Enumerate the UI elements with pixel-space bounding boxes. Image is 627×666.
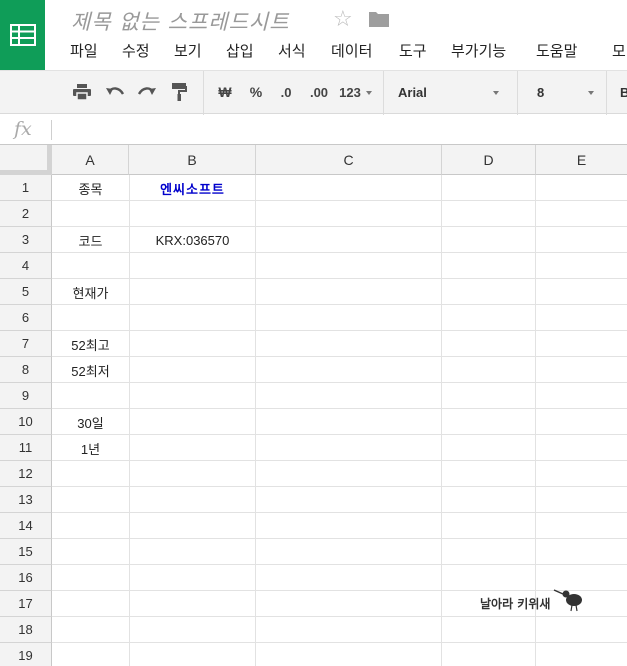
font-size-select[interactable]: 8 xyxy=(537,80,544,104)
cell-a3[interactable]: 코드 xyxy=(52,227,129,253)
row-header-18[interactable]: 18 xyxy=(0,617,52,643)
row-line xyxy=(52,486,627,487)
column-header-e[interactable]: E xyxy=(536,145,627,175)
menu-help[interactable]: 도움말 xyxy=(536,40,577,61)
select-all-corner[interactable] xyxy=(0,145,52,175)
app-header: 제목 없는 스프레드시트 ☆ 파일 수정 보기 삽입 서식 데이터 도구 부가기… xyxy=(0,0,627,70)
redo-icon[interactable] xyxy=(135,80,159,104)
row-header-8[interactable]: 8 xyxy=(0,357,52,383)
row-header-5[interactable]: 5 xyxy=(0,279,52,305)
row-header-2[interactable]: 2 xyxy=(0,201,52,227)
paint-format-icon[interactable] xyxy=(167,80,191,104)
row-header-1[interactable]: 1 xyxy=(0,175,52,201)
decrease-decimal-button[interactable]: .0 xyxy=(273,80,299,104)
percent-format-button[interactable]: % xyxy=(244,80,268,104)
row-line xyxy=(52,330,627,331)
increase-decimal-label: .00 xyxy=(309,84,329,100)
row-line xyxy=(52,512,627,513)
cell-a8[interactable]: 52최저 xyxy=(52,357,129,383)
row-line xyxy=(52,304,627,305)
cell-b3[interactable]: KRX:036570 xyxy=(129,227,256,253)
menu-file[interactable]: 파일 xyxy=(70,40,98,61)
fx-icon: fx xyxy=(14,118,32,140)
row-header-4[interactable]: 4 xyxy=(0,253,52,279)
menu-edit[interactable]: 수정 xyxy=(122,40,150,61)
font-family-chevron-down-icon[interactable] xyxy=(493,91,499,95)
row-header-19[interactable]: 19 xyxy=(0,643,52,666)
row-header-9[interactable]: 9 xyxy=(0,383,52,409)
formula-input[interactable] xyxy=(56,115,616,145)
toolbar-separator xyxy=(383,71,384,115)
cell-a1[interactable]: 종목 xyxy=(52,175,129,201)
column-header-d[interactable]: D xyxy=(442,145,536,175)
column-header-b[interactable]: B xyxy=(129,145,256,175)
decrease-decimal-label: .0 xyxy=(280,84,292,100)
watermark-logo: 날아라 키위새 xyxy=(478,584,588,623)
row-line xyxy=(52,642,627,643)
formula-bar: fx xyxy=(0,115,627,145)
print-icon[interactable] xyxy=(70,80,94,104)
row-line xyxy=(52,538,627,539)
menu-addons[interactable]: 부가기능 xyxy=(451,40,506,61)
star-icon[interactable]: ☆ xyxy=(333,6,353,32)
font-size-chevron-down-icon[interactable] xyxy=(588,91,594,95)
menu-more[interactable]: 모 xyxy=(612,40,626,61)
row-header-15[interactable]: 15 xyxy=(0,539,52,565)
toolbar-separator xyxy=(203,71,204,115)
column-header-a[interactable]: A xyxy=(52,145,129,175)
document-title[interactable]: 제목 없는 스프레드시트 xyxy=(71,6,290,36)
cell-a5[interactable]: 현재가 xyxy=(52,279,129,305)
row-line xyxy=(52,356,627,357)
row-header-3[interactable]: 3 xyxy=(0,227,52,253)
increase-decimal-button[interactable]: .00 xyxy=(303,80,335,104)
row-header-14[interactable]: 14 xyxy=(0,513,52,539)
cell-a11[interactable]: 1년 xyxy=(52,435,129,461)
undo-icon[interactable] xyxy=(103,80,127,104)
row-line xyxy=(52,564,627,565)
menu-tools[interactable]: 도구 xyxy=(399,40,427,61)
row-header-11[interactable]: 11 xyxy=(0,435,52,461)
row-header-17[interactable]: 17 xyxy=(0,591,52,617)
watermark-text: 날아라 키위새 xyxy=(480,596,550,611)
formula-input-cursor xyxy=(51,120,52,140)
row-header-16[interactable]: 16 xyxy=(0,565,52,591)
row-header-6[interactable]: 6 xyxy=(0,305,52,331)
currency-format-button[interactable]: ₩ xyxy=(212,80,238,104)
row-header-7[interactable]: 7 xyxy=(0,331,52,357)
cell-a7[interactable]: 52최고 xyxy=(52,331,129,357)
cell-a10[interactable]: 30일 xyxy=(52,409,129,435)
more-formats-chevron-down-icon[interactable] xyxy=(366,91,372,95)
menu-data[interactable]: 데이터 xyxy=(331,40,372,61)
menu-format[interactable]: 서식 xyxy=(278,40,306,61)
row-line xyxy=(52,460,627,461)
row-line xyxy=(52,434,627,435)
more-formats-button[interactable]: 123 xyxy=(337,80,363,104)
row-header-13[interactable]: 13 xyxy=(0,487,52,513)
row-header-10[interactable]: 10 xyxy=(0,409,52,435)
row-line xyxy=(52,408,627,409)
row-line xyxy=(52,382,627,383)
folder-icon[interactable] xyxy=(368,10,390,33)
sheets-logo-icon[interactable] xyxy=(0,0,45,70)
toolbar-separator xyxy=(606,71,607,115)
menu-view[interactable]: 보기 xyxy=(174,40,202,61)
row-header-12[interactable]: 12 xyxy=(0,461,52,487)
row-line xyxy=(52,278,627,279)
cell-b1[interactable]: 엔씨소프트 xyxy=(129,175,256,201)
font-family-select[interactable]: Arial xyxy=(398,80,427,104)
column-line xyxy=(441,175,442,666)
toolbar-separator xyxy=(517,71,518,115)
column-header-c[interactable]: C xyxy=(256,145,442,175)
menu-insert[interactable]: 삽입 xyxy=(226,40,254,61)
kiwi-bird-icon xyxy=(553,589,582,612)
toolbar: ₩ % .0 .00 123 Arial 8 B xyxy=(0,70,627,115)
bold-button[interactable]: B xyxy=(620,80,627,104)
